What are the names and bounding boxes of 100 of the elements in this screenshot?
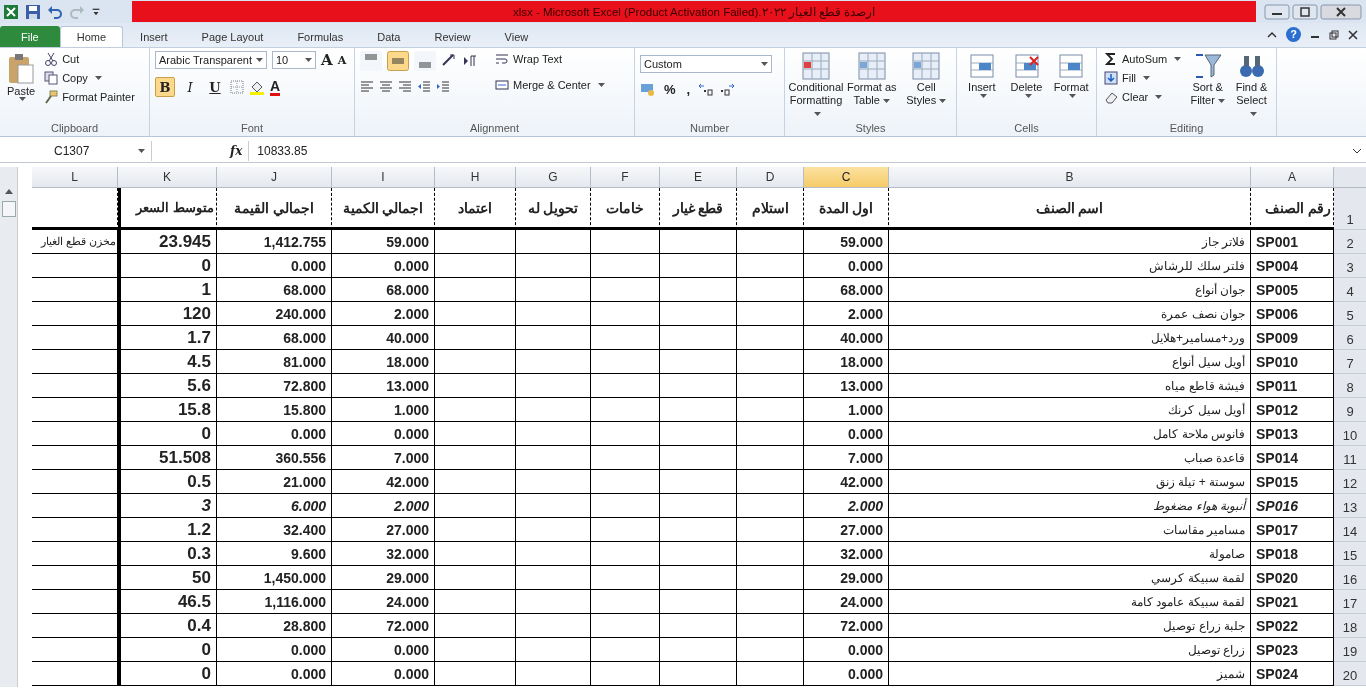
decrease-indent-icon[interactable] <box>417 79 431 93</box>
styles-button[interactable]: Format as Table <box>847 51 897 107</box>
row-header[interactable]: 8 <box>1334 374 1366 398</box>
spreadsheet-logo-icon[interactable] <box>3 3 19 20</box>
row-header[interactable]: 14 <box>1334 518 1366 542</box>
cells-button[interactable]: Insert <box>962 51 1002 98</box>
restore-icon[interactable] <box>1329 29 1339 40</box>
row-header[interactable]: 13 <box>1334 494 1366 518</box>
currency-icon[interactable] <box>640 81 656 97</box>
comma-style-button[interactable]: , <box>683 81 694 97</box>
ribbon-tab[interactable]: Home <box>59 26 124 47</box>
styles-button[interactable]: Cell Styles <box>901 51 951 107</box>
column-header[interactable]: D <box>737 167 804 188</box>
align-left-icon[interactable] <box>360 79 374 93</box>
row-header[interactable]: 12 <box>1334 470 1366 494</box>
row-header[interactable]: 3 <box>1334 254 1366 278</box>
font-size-field[interactable]: 10 <box>272 51 316 69</box>
cells-button[interactable]: Delete <box>1006 51 1047 98</box>
column-header[interactable]: I <box>332 167 435 188</box>
ribbon-tab[interactable]: Formulas <box>280 26 361 47</box>
text-direction-icon[interactable] <box>462 53 478 69</box>
table-cell: ورد+مسامير+هلايل <box>889 326 1251 350</box>
ribbon-tab[interactable]: Review <box>417 26 488 47</box>
formula-field[interactable]: 10833.85 <box>248 141 1348 161</box>
column-header[interactable]: H <box>435 167 516 188</box>
restore-icon[interactable] <box>1292 3 1318 20</box>
wrap-text-button[interactable]: Wrap Text <box>493 51 607 67</box>
minimize-icon[interactable] <box>1264 3 1290 20</box>
format-painter-button[interactable]: Format Painter <box>42 89 137 105</box>
column-header[interactable]: L <box>32 167 118 188</box>
close-icon[interactable] <box>1348 29 1358 40</box>
editing-button[interactable]: Find & Select <box>1232 51 1271 120</box>
autosum-button[interactable]: AutoSum <box>1102 51 1184 67</box>
row-header[interactable]: 19 <box>1334 638 1366 662</box>
shrink-font-button[interactable]: A <box>337 53 347 67</box>
number-format-field[interactable]: Custom <box>640 55 772 73</box>
collapse-ribbon-icon[interactable] <box>1267 29 1277 40</box>
customize-icon[interactable] <box>91 6 101 17</box>
ribbon-tab[interactable]: View <box>487 26 546 47</box>
align-right-icon[interactable] <box>398 79 412 93</box>
row-header[interactable]: 6 <box>1334 326 1366 350</box>
row-header[interactable]: 10 <box>1334 422 1366 446</box>
row-header[interactable]: 20 <box>1334 662 1366 686</box>
row-header[interactable]: 18 <box>1334 614 1366 638</box>
cells-button[interactable]: Format <box>1051 51 1091 98</box>
vertical-scrollbar[interactable] <box>0 167 18 687</box>
row-header[interactable]: 4 <box>1334 278 1366 302</box>
row-header[interactable]: 2 <box>1334 230 1366 254</box>
row-header[interactable]: 7 <box>1334 350 1366 374</box>
save-icon[interactable] <box>25 3 41 20</box>
ribbon-tab[interactable]: Insert <box>123 26 185 47</box>
row-header[interactable]: 11 <box>1334 446 1366 470</box>
styles-button[interactable]: Conditional Formatting <box>790 51 842 120</box>
percent-style-button[interactable]: % <box>661 81 679 97</box>
scroll-thumb[interactable] <box>1 201 16 217</box>
font-style-button[interactable]: I <box>180 77 200 97</box>
font-style-button[interactable]: B <box>155 77 175 97</box>
row-header[interactable]: 16 <box>1334 566 1366 590</box>
merge-center-button[interactable]: Merge & Center <box>493 77 607 93</box>
clear-button[interactable]: Clear <box>1102 89 1184 105</box>
expand-icon[interactable] <box>1352 146 1362 156</box>
editing-button[interactable]: Sort & Filter <box>1188 51 1228 107</box>
column-header[interactable]: E <box>660 167 737 188</box>
increase-indent-icon[interactable] <box>436 79 450 93</box>
row-header[interactable]: 15 <box>1334 542 1366 566</box>
column-header[interactable]: A <box>1251 167 1334 188</box>
increase-decimal-icon[interactable] <box>698 81 715 97</box>
ribbon-tab[interactable]: File <box>0 26 60 47</box>
insert-function-button[interactable]: fx <box>224 144 249 158</box>
row-header[interactable]: 9 <box>1334 398 1366 422</box>
name-box[interactable]: C1307 <box>0 141 152 161</box>
column-header[interactable]: F <box>591 167 660 188</box>
column-header[interactable]: K <box>118 167 217 188</box>
font-color-button[interactable]: A <box>270 78 281 96</box>
scroll-up-icon[interactable] <box>3 187 14 197</box>
font-style-button[interactable]: U <box>205 77 225 97</box>
decrease-decimal-icon[interactable] <box>719 81 736 97</box>
paste-button[interactable]: Paste <box>5 51 38 103</box>
column-header[interactable]: C <box>804 167 889 188</box>
grow-font-button[interactable]: A <box>321 51 333 69</box>
row-header[interactable]: 17 <box>1334 590 1366 614</box>
caret-icon <box>1143 76 1151 80</box>
row-header[interactable]: 1 <box>1334 188 1366 230</box>
ribbon-tab[interactable]: Page Layout <box>184 26 281 47</box>
close-icon[interactable] <box>1320 3 1362 20</box>
vertical-align-button[interactable] <box>387 51 409 71</box>
align-center-icon[interactable] <box>379 79 393 93</box>
font-name-field[interactable]: Arabic Transparent <box>155 51 267 69</box>
fill-button[interactable]: Fill <box>1102 70 1184 86</box>
copy-button[interactable]: Copy <box>42 70 137 86</box>
fill-color-icon[interactable] <box>249 79 265 95</box>
column-header[interactable]: G <box>516 167 591 188</box>
column-header[interactable]: B <box>889 167 1251 188</box>
column-header[interactable]: J <box>217 167 332 188</box>
ribbon-tab[interactable]: Data <box>360 26 418 47</box>
table-cell: 0.5 <box>118 470 217 494</box>
row-header[interactable]: 5 <box>1334 302 1366 326</box>
cut-button[interactable]: Cut <box>42 51 137 67</box>
help-button[interactable]: ? <box>1286 27 1301 42</box>
clipboard-icon <box>7 53 36 85</box>
